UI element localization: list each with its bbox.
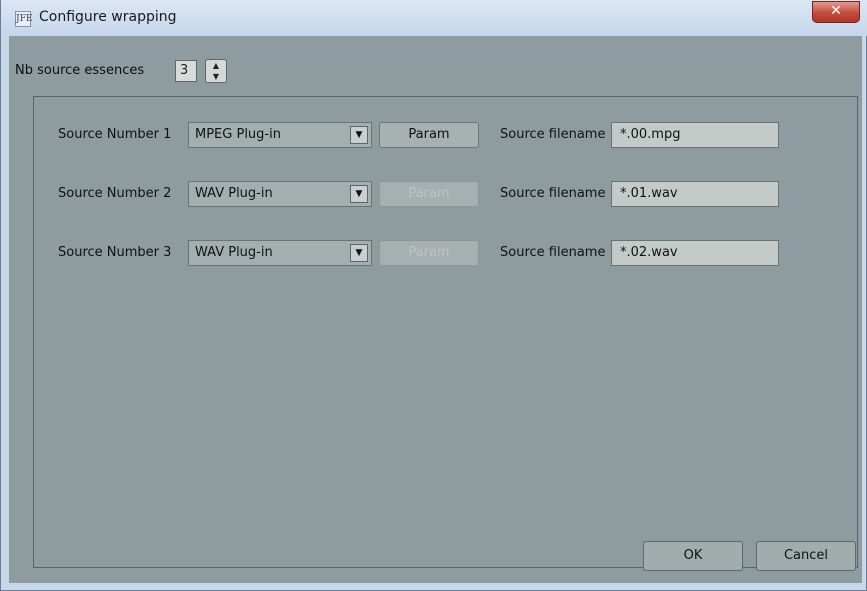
- dialog-window: JFE Configure wrapping ✕ Nb source essen…: [0, 0, 867, 591]
- source-2-filename-input[interactable]: *.01.wav: [611, 181, 779, 207]
- source-1-plugin-value: MPEG Plug-in: [195, 127, 281, 142]
- chevron-down-icon[interactable]: ▼: [350, 126, 368, 144]
- source-2-plugin-select[interactable]: WAV Plug-in ▼: [188, 181, 372, 207]
- dialog-client-area: Nb source essences 3 ▲ ▼ Source Number 1…: [9, 36, 862, 583]
- title-bar[interactable]: JFE Configure wrapping ✕: [1, 0, 867, 36]
- source-3-filename-input[interactable]: *.02.wav: [611, 240, 779, 266]
- close-icon: ✕: [830, 3, 842, 19]
- source-3-param-button: Param: [379, 240, 479, 266]
- nb-source-essences-spinner[interactable]: ▲ ▼: [205, 59, 227, 83]
- source-1-param-button[interactable]: Param: [379, 122, 479, 148]
- source-1-plugin-select[interactable]: MPEG Plug-in ▼: [188, 122, 372, 148]
- source-2-filename-label: Source filename: [500, 186, 606, 201]
- chevron-down-icon[interactable]: ▼: [350, 244, 368, 262]
- source-2-param-button: Param: [379, 181, 479, 207]
- nb-source-essences-input[interactable]: 3: [175, 60, 197, 82]
- ok-button[interactable]: OK: [643, 541, 743, 571]
- source-1-filename-label: Source filename: [500, 127, 606, 142]
- source-1-filename-input[interactable]: *.00.mpg: [611, 122, 779, 148]
- close-button[interactable]: ✕: [812, 1, 860, 23]
- app-icon: JFE: [15, 11, 32, 27]
- cancel-button[interactable]: Cancel: [756, 541, 856, 571]
- source-2-plugin-value: WAV Plug-in: [195, 186, 273, 201]
- sources-group-box: Source Number 1 MPEG Plug-in ▼ Param Sou…: [33, 96, 858, 568]
- spin-down-icon[interactable]: ▼: [206, 71, 226, 82]
- source-3-plugin-select[interactable]: WAV Plug-in ▼: [188, 240, 372, 266]
- window-title: Configure wrapping: [39, 9, 177, 25]
- spin-up-icon[interactable]: ▲: [206, 60, 226, 71]
- source-3-filename-label: Source filename: [500, 245, 606, 260]
- source-3-plugin-value: WAV Plug-in: [195, 245, 273, 260]
- nb-source-essences-label: Nb source essences: [15, 63, 145, 78]
- chevron-down-icon[interactable]: ▼: [350, 185, 368, 203]
- source-number-2-label: Source Number 2: [58, 186, 172, 201]
- source-number-3-label: Source Number 3: [58, 245, 172, 260]
- source-number-1-label: Source Number 1: [58, 127, 172, 142]
